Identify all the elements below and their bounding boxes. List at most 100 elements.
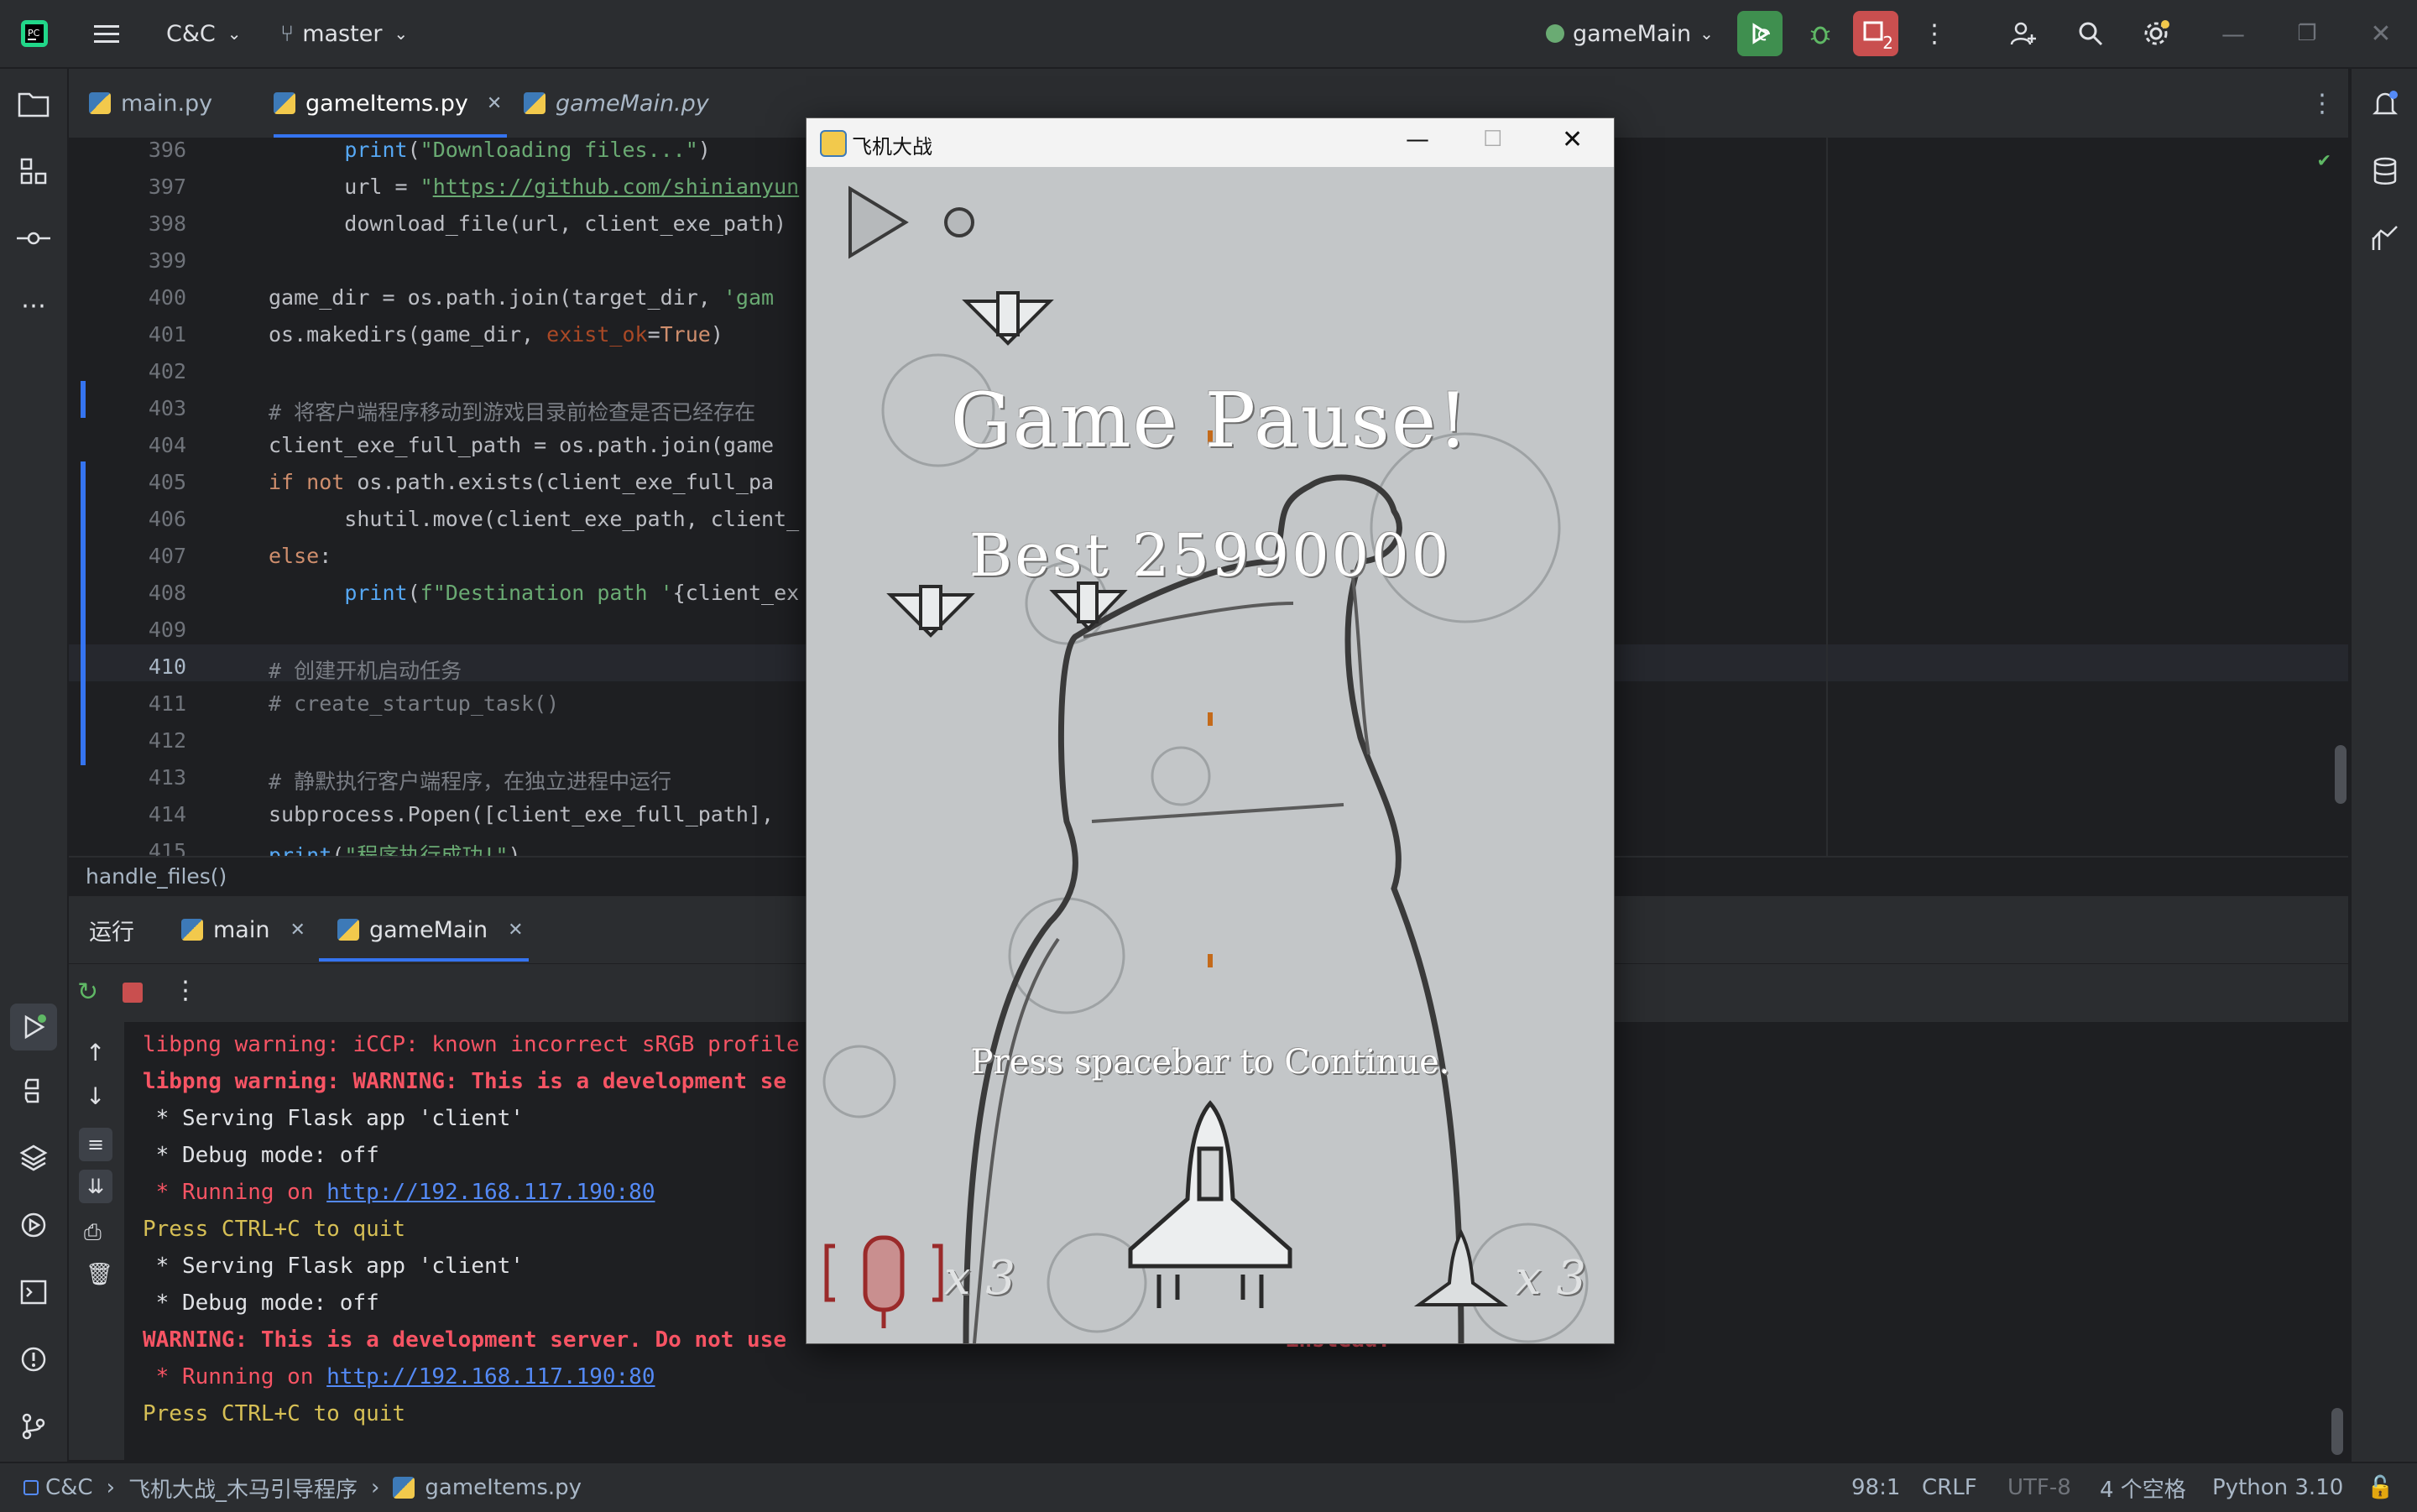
python-console-icon[interactable]: [15, 1072, 52, 1109]
code-line: # 创建开机启动任务: [269, 659, 462, 683]
path-project[interactable]: C&C: [45, 1475, 93, 1500]
print-icon[interactable]: ⎙: [84, 1220, 102, 1246]
path-folder[interactable]: 飞机大战_木马引导程序: [128, 1473, 358, 1504]
run-tool-icon[interactable]: [10, 1004, 57, 1051]
line-number: 400: [148, 285, 186, 310]
run-config-name: gameMain: [1573, 20, 1692, 47]
project-square-icon: [23, 1480, 39, 1495]
commit-icon[interactable]: [15, 220, 52, 257]
game-canvas[interactable]: Game Pause! Best 25990000 Press spacebar…: [807, 167, 1614, 1343]
python-interpreter[interactable]: Python 3.10: [2212, 1463, 2343, 1512]
database-icon[interactable]: [2367, 153, 2404, 190]
more-actions-icon[interactable]: ⋮: [173, 976, 198, 1005]
code-line: print(f"Destination path '{client_ex: [344, 581, 800, 605]
cursor-position[interactable]: 98:1: [1851, 1463, 1900, 1512]
tab-options-icon[interactable]: ⋮: [2310, 69, 2343, 138]
console-text: * Debug mode: off: [143, 1290, 379, 1316]
settings-gear-icon[interactable]: [2133, 11, 2179, 56]
python-file-icon: [89, 92, 111, 114]
stop-count-badge: 2: [1882, 33, 1893, 53]
editor-scrollbar[interactable]: [2335, 745, 2347, 804]
git-icon[interactable]: [15, 1408, 52, 1445]
tab-run-gamemain[interactable]: gameMain ✕: [337, 896, 524, 963]
close-window-icon[interactable]: ✕: [2358, 11, 2404, 56]
close-tab-icon[interactable]: ✕: [508, 920, 523, 941]
structure-icon[interactable]: [15, 153, 52, 190]
more-actions-icon[interactable]: ⋮: [1912, 11, 1957, 56]
tab-run-main[interactable]: main ✕: [181, 896, 305, 963]
main-menu-icon[interactable]: [84, 11, 129, 56]
chevron-right-icon: ›: [106, 1475, 115, 1500]
console-text: * Running on: [143, 1364, 327, 1389]
console-link[interactable]: http://192.168.117.190:80: [326, 1180, 655, 1205]
branch-icon: ⑂: [280, 20, 295, 47]
add-user-icon[interactable]: [2001, 11, 2046, 56]
chevron-right-icon: ›: [371, 1475, 380, 1500]
rerun-button[interactable]: [1737, 11, 1783, 56]
rerun-icon[interactable]: ↻: [77, 978, 98, 1007]
indent-setting[interactable]: 4 个空格: [2100, 1463, 2186, 1512]
close-icon[interactable]: ✕: [1562, 125, 1583, 154]
game-window[interactable]: 飞机大战 — ☐ ✕ Game Pause! Best 25990000 Pre…: [806, 117, 1615, 1344]
tab-main-py[interactable]: main.py: [89, 69, 240, 138]
close-tab-icon[interactable]: ✕: [290, 920, 305, 941]
layers-icon[interactable]: [15, 1139, 52, 1176]
run-config-selector[interactable]: gameMain ⌄: [1546, 0, 1714, 67]
debug-button[interactable]: [1798, 11, 1843, 56]
tab-gamemain-py[interactable]: gameMain.py: [524, 69, 742, 138]
console-text: WARNING: This is a development server. D…: [143, 1327, 787, 1353]
clear-trash-icon[interactable]: 🗑: [86, 1262, 113, 1287]
stop-button[interactable]: 2: [1853, 11, 1898, 56]
stop-icon[interactable]: [123, 983, 143, 1003]
console-line: libpng warning: iCCP: known incorrect sR…: [143, 1032, 800, 1057]
console-line: * Running on http://192.168.117.190:80: [143, 1180, 655, 1205]
maximize-icon[interactable]: ☐: [1483, 127, 1502, 152]
life-counter-icon: [1413, 1228, 1509, 1306]
project-selector[interactable]: C&C ⌄: [166, 0, 242, 67]
restore-window-icon[interactable]: ❐: [2284, 11, 2330, 56]
branch-selector[interactable]: ⑂ master ⌄: [280, 0, 408, 67]
search-icon[interactable]: [2068, 11, 2113, 56]
console-line: * Debug mode: off: [143, 1143, 379, 1168]
code-line: # 静默执行客户端程序，在独立进程中运行: [269, 769, 672, 794]
console-link[interactable]: http://192.168.117.190:80: [326, 1364, 655, 1389]
enemy-plane-sprite: [1049, 581, 1128, 631]
status-path[interactable]: C&C › 飞机大战_木马引导程序 › gameItems.py: [23, 1463, 582, 1512]
line-number: 402: [148, 359, 186, 383]
project-folder-icon[interactable]: [15, 86, 52, 123]
minimize-window-icon[interactable]: —: [2211, 11, 2256, 56]
asteroid-sprite: [1151, 746, 1211, 806]
path-file[interactable]: gameItems.py: [425, 1475, 582, 1500]
game-window-title: 飞机大战: [852, 135, 932, 159]
console-text: Press CTRL+C to quit: [143, 1401, 406, 1426]
scroll-down-arrow-icon[interactable]: ↓: [86, 1082, 105, 1110]
scroll-up-arrow-icon[interactable]: ↑: [86, 1039, 105, 1066]
code-line: client_exe_full_path = os.path.join(game: [269, 433, 775, 457]
svg-text:PC: PC: [28, 28, 40, 39]
close-tab-icon[interactable]: ✕: [487, 93, 502, 114]
bug-icon: [1810, 26, 1830, 44]
enemy-plane-sprite: [962, 291, 1054, 346]
services-icon[interactable]: [15, 1207, 52, 1243]
analytics-icon[interactable]: [2367, 220, 2404, 257]
tab-gameitems-py[interactable]: gameItems.py ✕: [274, 69, 507, 138]
lock-icon[interactable]: 🔓: [2367, 1463, 2394, 1512]
console-text: * Running on: [143, 1180, 327, 1205]
breadcrumb-function[interactable]: handle_files(): [86, 864, 227, 889]
console-scrollbar[interactable]: [2331, 1408, 2343, 1455]
notifications-bell-icon[interactable]: [2367, 86, 2404, 123]
scroll-to-end-icon[interactable]: ⇊: [79, 1170, 112, 1203]
soft-wrap-icon[interactable]: ≡: [79, 1128, 112, 1161]
best-score-text: Best 25990000: [968, 521, 1452, 590]
code-line: shutil.move(client_exe_path, client_: [269, 507, 800, 531]
terminal-icon[interactable]: [15, 1274, 52, 1311]
line-number: 397: [148, 175, 186, 199]
console-text: Press CTRL+C to quit: [143, 1217, 406, 1242]
problems-icon[interactable]: [15, 1341, 52, 1378]
chevron-down-icon: ⌄: [227, 23, 242, 44]
more-tools-icon[interactable]: ⋯: [15, 287, 52, 324]
file-encoding[interactable]: UTF-8: [2007, 1463, 2071, 1512]
line-separator[interactable]: CRLF: [1922, 1463, 1977, 1512]
minimize-icon[interactable]: —: [1406, 125, 1429, 153]
game-window-titlebar[interactable]: 飞机大战 — ☐ ✕: [807, 118, 1614, 167]
